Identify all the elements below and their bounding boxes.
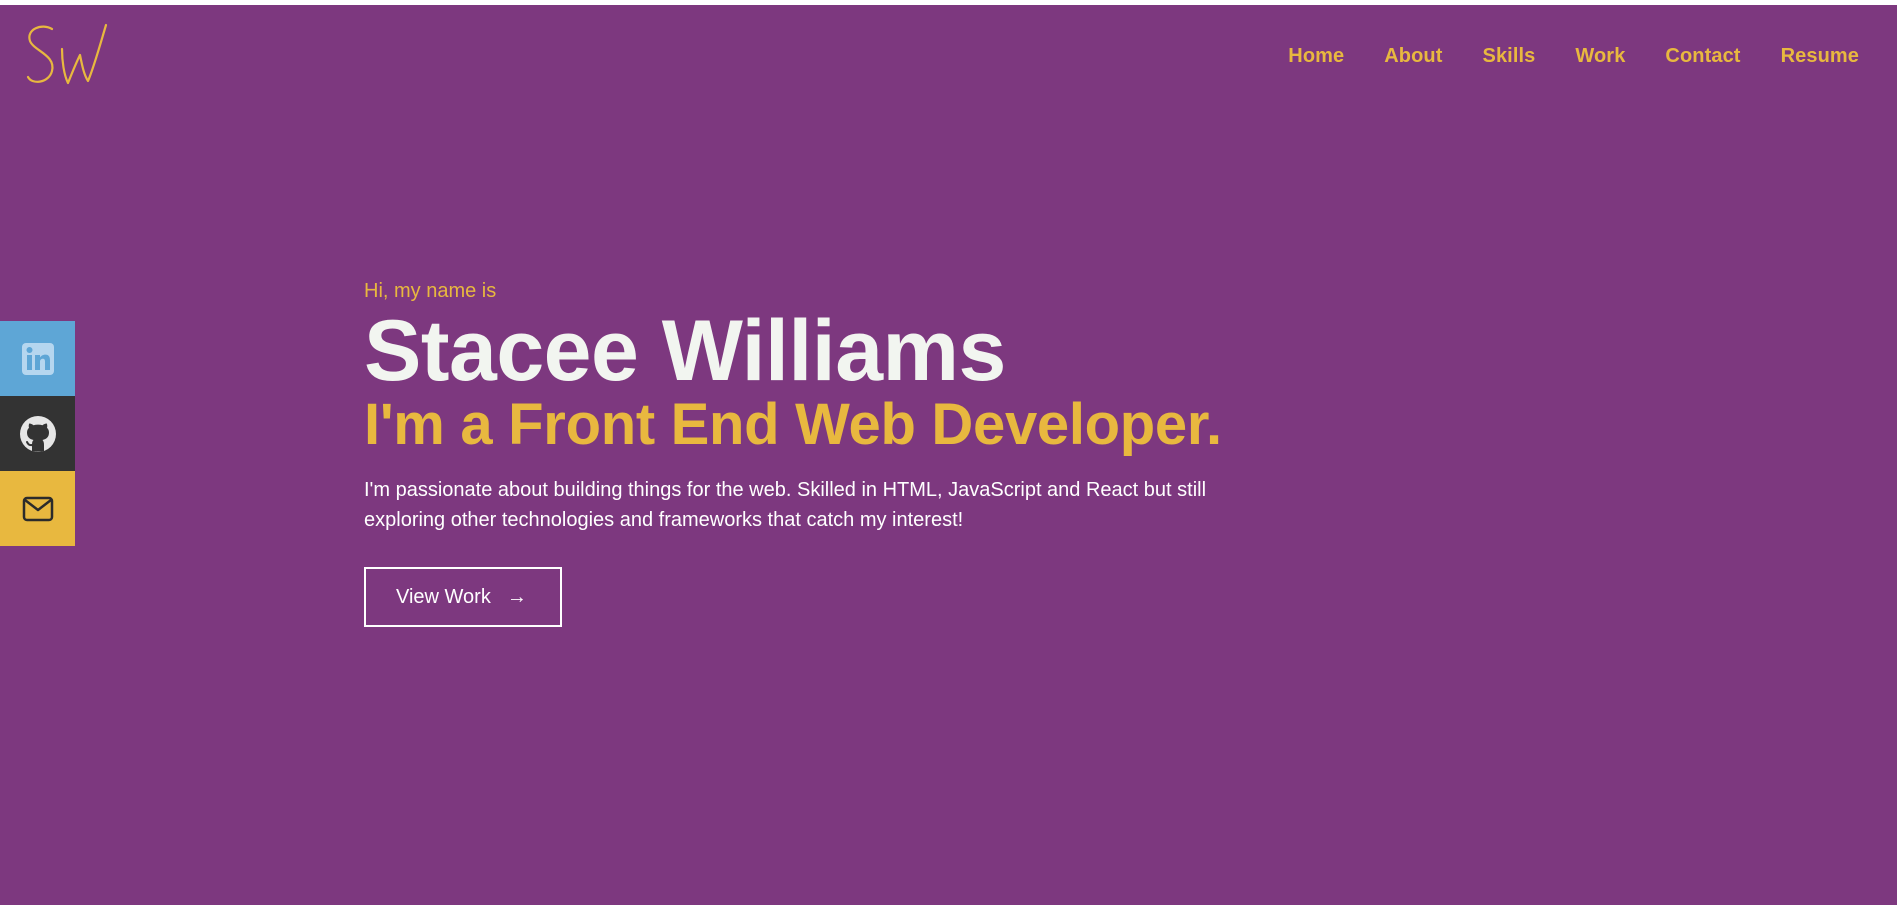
view-work-label: View Work — [396, 585, 491, 608]
greeting-text: Hi, my name is — [364, 280, 497, 302]
mail-icon — [22, 496, 53, 521]
sw-signature-logo — [26, 23, 108, 85]
github-link[interactable] — [0, 396, 75, 471]
social-sidebar — [0, 321, 75, 546]
nav-home[interactable]: Home — [1288, 45, 1344, 68]
linkedin-link[interactable] — [0, 321, 75, 396]
bio-text: I'm passionate about building things for… — [364, 479, 1207, 531]
nav-contact[interactable]: Contact — [1665, 45, 1740, 68]
nav-skills[interactable]: Skills — [1483, 45, 1536, 68]
logo[interactable] — [22, 19, 116, 95]
nav-about[interactable]: About — [1384, 45, 1442, 68]
right-border — [1897, 0, 1902, 907]
linkedin-icon — [21, 342, 54, 375]
nav-resume[interactable]: Resume — [1781, 45, 1859, 68]
name-heading: Stacee Williams — [364, 303, 1006, 399]
hero-content: Hi, my name is Stacee Williams I'm a Fro… — [364, 277, 1344, 627]
email-link[interactable] — [0, 471, 75, 546]
nav-work[interactable]: Work — [1575, 45, 1625, 68]
github-icon — [19, 415, 56, 452]
main-nav: Home About Skills Work Contact Resume — [1288, 45, 1859, 68]
view-work-button[interactable]: View Work → — [364, 567, 562, 627]
hero-section: Home About Skills Work Contact Resume Hi… — [0, 5, 1897, 905]
tagline-heading: I'm a Front End Web Developer. — [364, 392, 1222, 457]
arrow-right-icon: → — [506, 585, 527, 608]
